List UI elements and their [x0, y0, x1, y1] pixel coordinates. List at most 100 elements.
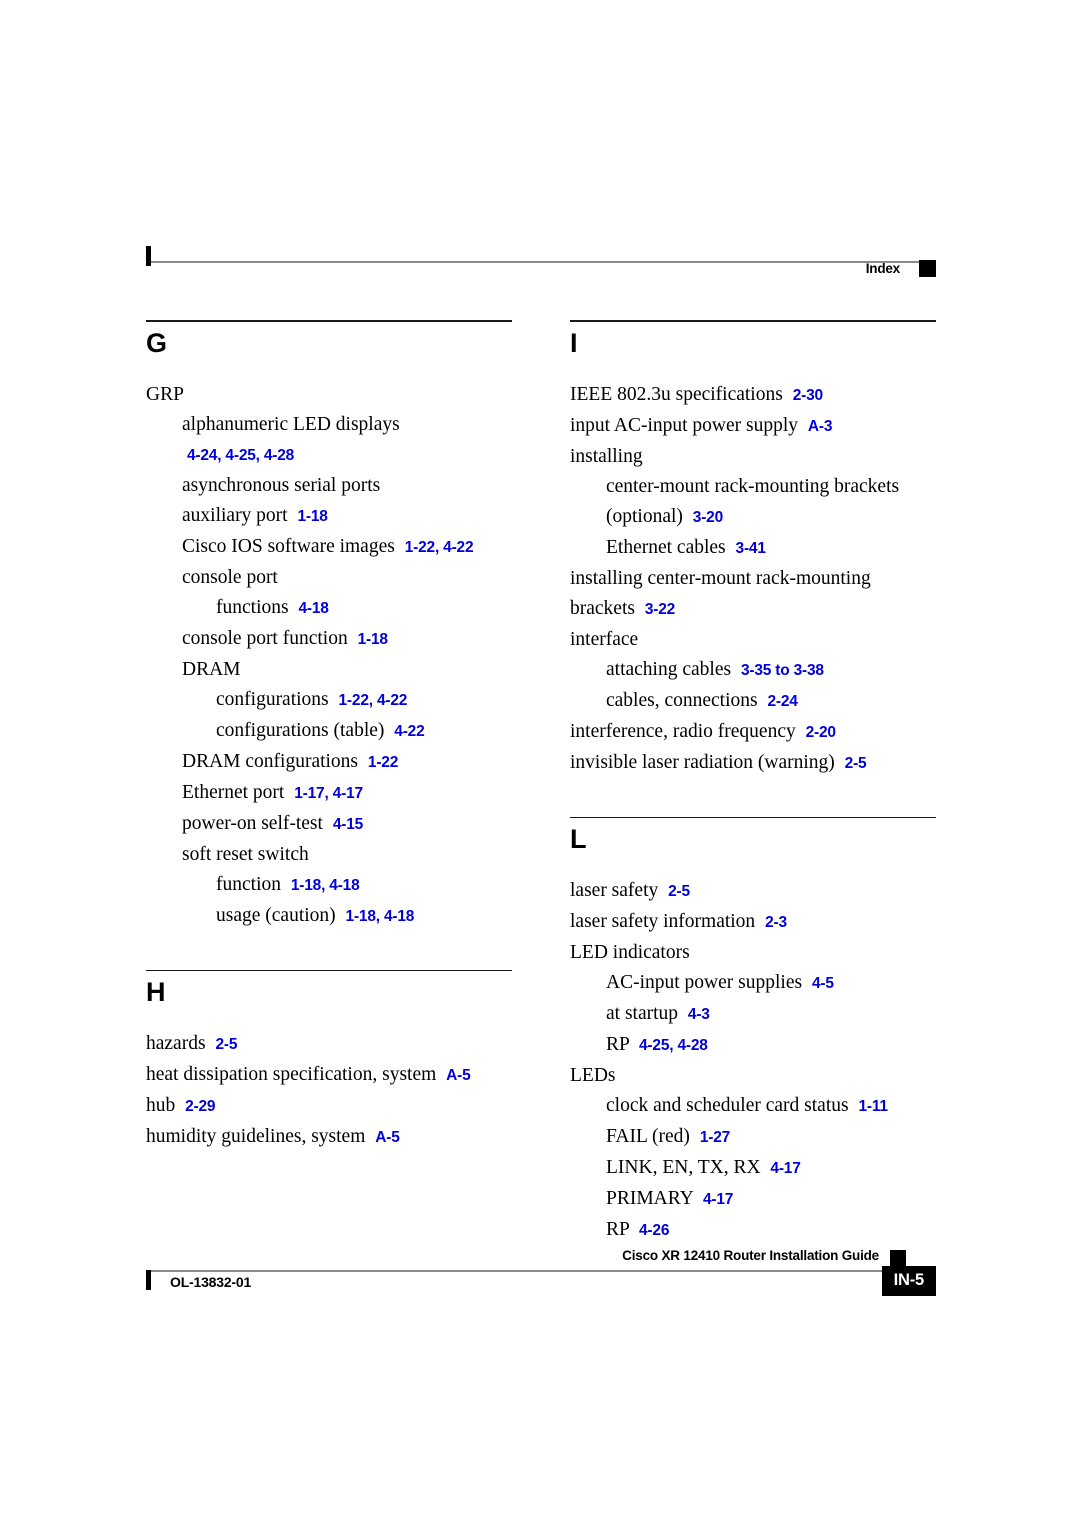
index-entry: DRAM [146, 655, 512, 685]
index-entry-label: Cisco IOS software images [182, 535, 395, 557]
index-entry: auxiliary port 1-18 [146, 501, 512, 532]
index-entry-page-reference[interactable]: 3-41 [736, 540, 766, 557]
index-entry-page-reference[interactable]: 4-25, 4-28 [639, 1037, 708, 1054]
index-entry-label: LINK, EN, TX, RX [606, 1157, 761, 1179]
index-entry-page-reference[interactable]: 1-18, 4-18 [291, 877, 360, 894]
index-entry: AC-input power supplies 4-5 [570, 968, 936, 999]
index-entry-page-reference[interactable]: 2-29 [185, 1098, 215, 1115]
index-entry-page-reference[interactable]: 4-15 [333, 816, 363, 833]
index-entry-page-reference[interactable]: 4-17 [703, 1191, 733, 1208]
index-entry-page-reference[interactable]: 1-11 [858, 1098, 888, 1115]
index-column-right: I IEEE 802.3u specifications 2-30 input AC… [570, 320, 936, 1246]
index-entry-label: power-on self-test [182, 812, 323, 834]
index-entry-label: configurations [216, 688, 329, 710]
index-entry-page-reference[interactable]: 2-20 [806, 724, 836, 741]
index-entry: IEEE 802.3u specifications 2-30 [570, 380, 936, 411]
index-entry-page-reference[interactable]: A-5 [375, 1129, 400, 1146]
index-section-l: Llaser safety 2-5 laser safety informatio… [570, 816, 936, 1247]
index-entry: RP 4-26 [570, 1215, 936, 1246]
index-entry-page-reference[interactable]: 2-3 [765, 914, 787, 931]
index-entry-label: LED indicators [570, 942, 690, 964]
index-entry-page-reference[interactable]: 2-24 [768, 693, 798, 710]
index-entry-label: console port [182, 566, 278, 588]
index-entry-page-reference[interactable]: 2-30 [793, 387, 823, 404]
index-entry-label: AC-input power supplies [606, 972, 803, 994]
section-rule [570, 816, 936, 819]
index-entry: GRP [146, 380, 512, 410]
index-entry: installing center-mount rack-mounting br… [570, 564, 936, 625]
index-entry-page-reference[interactable]: 4-18 [298, 600, 328, 617]
index-entry-page-reference[interactable]: 1-22 [368, 754, 398, 771]
index-entry-page-reference[interactable]: 1-18, 4-18 [346, 908, 415, 925]
footer-rule [151, 1270, 903, 1272]
index-entry-page-reference[interactable]: A-5 [446, 1067, 471, 1084]
index-entry: input AC-input power supply A-3 [570, 411, 936, 442]
index-entry-label: invisible laser radiation (warning) [570, 751, 835, 773]
index-entry: LED indicators [570, 938, 936, 968]
index-entry: function 1-18, 4-18 [146, 870, 512, 901]
index-entry-list: GRP alphanumeric LED displays 4-24, 4-25,… [146, 380, 512, 932]
index-entry-label: laser safety [570, 880, 659, 902]
index-entry-page-reference[interactable]: 2-5 [668, 883, 690, 900]
index-entry-label: function [216, 873, 281, 895]
index-entry-label: installing center-mount rack-mounting br… [570, 567, 871, 619]
index-entry-label: interference, radio frequency [570, 720, 796, 742]
index-entry-page-reference[interactable]: 1-18 [297, 508, 327, 525]
index-section-i: I IEEE 802.3u specifications 2-30 input AC… [570, 320, 936, 779]
index-entry-label: center-mount rack-mounting brackets (opt… [606, 475, 900, 527]
index-entry: at startup 4-3 [570, 999, 936, 1030]
index-entry: interface [570, 625, 936, 655]
index-entry-page-reference[interactable]: 4-22 [394, 723, 424, 740]
index-entry: PRIMARY 4-17 [570, 1184, 936, 1215]
index-entry-page-reference[interactable]: 1-22, 4-22 [405, 539, 474, 556]
index-entry-page-reference[interactable]: A-3 [808, 418, 833, 435]
index-entry-label: at startup [606, 1003, 679, 1025]
index-entry-label: IEEE 802.3u specifications [570, 383, 783, 405]
index-entry-label: usage (caution) [216, 904, 336, 926]
header-rule [151, 261, 920, 263]
index-entry-page-reference[interactable]: 4-17 [770, 1160, 800, 1177]
index-entry-page-reference[interactable]: 2-5 [215, 1036, 237, 1053]
index-entry-page-reference[interactable]: 3-20 [693, 509, 723, 526]
index-entry: alphanumeric LED displays 4-24, 4-25, 4-… [146, 410, 512, 471]
index-entry: interference, radio frequency 2-20 [570, 717, 936, 748]
section-rule [570, 320, 936, 322]
index-entry: center-mount rack-mounting brackets (opt… [570, 472, 936, 533]
index-entry-label: hub [146, 1095, 176, 1117]
index-entry-label: hazards [146, 1033, 206, 1055]
index-entry-label: Ethernet port [182, 781, 285, 803]
index-entry: configurations 1-22, 4-22 [146, 685, 512, 716]
index-entry-page-reference[interactable]: 1-17, 4-17 [294, 785, 363, 802]
index-column-left: G GRP alphanumeric LED displays 4-24, 4-25… [146, 320, 512, 1153]
section-letter-heading: L [570, 824, 587, 855]
index-entry-label: input AC-input power supply [570, 414, 799, 436]
index-entry-page-reference[interactable]: 4-3 [688, 1006, 710, 1023]
index-entry-label: asynchronous serial ports [182, 474, 381, 496]
index-entry-page-reference[interactable]: 1-27 [700, 1129, 730, 1146]
index-entry: usage (caution) 1-18, 4-18 [146, 901, 512, 932]
index-entry: FAIL (red) 1-27 [570, 1122, 936, 1153]
index-entry-page-reference[interactable]: 1-22, 4-22 [339, 692, 408, 709]
section-letter-heading: H [146, 977, 166, 1008]
index-entry-label: clock and scheduler card status [606, 1095, 849, 1117]
index-entry-page-reference[interactable]: 4-26 [639, 1222, 669, 1239]
index-entry: functions 4-18 [146, 593, 512, 624]
index-entry: Cisco IOS software images 1-22, 4-22 [146, 532, 512, 563]
index-entry: hazards 2-5 [146, 1029, 512, 1060]
index-entry-list: laser safety 2-5 laser safety information… [570, 876, 936, 1246]
index-entry-page-reference[interactable]: 1-18 [358, 631, 388, 648]
index-entry-page-reference[interactable]: 3-22 [645, 601, 675, 618]
index-entry-page-reference[interactable]: 2-5 [845, 755, 867, 772]
index-entry-label: installing [570, 445, 643, 467]
index-entry: cables, connections 2-24 [570, 686, 936, 717]
index-section-h: Hhazards 2-5 heat dissipation specificati… [146, 969, 512, 1154]
index-entry-page-reference[interactable]: 4-5 [812, 975, 834, 992]
index-entry-page-reference[interactable]: 3-35 to 3-38 [741, 662, 824, 679]
index-entry-label: DRAM [182, 658, 241, 680]
index-entry-label: alphanumeric LED displays [182, 413, 400, 435]
index-entry-label: auxiliary port [182, 504, 288, 526]
index-entry-label: FAIL (red) [606, 1126, 690, 1148]
index-entry: clock and scheduler card status 1-11 [570, 1091, 936, 1122]
index-entry-page-reference[interactable]: 4-24, 4-25, 4-28 [187, 447, 294, 464]
